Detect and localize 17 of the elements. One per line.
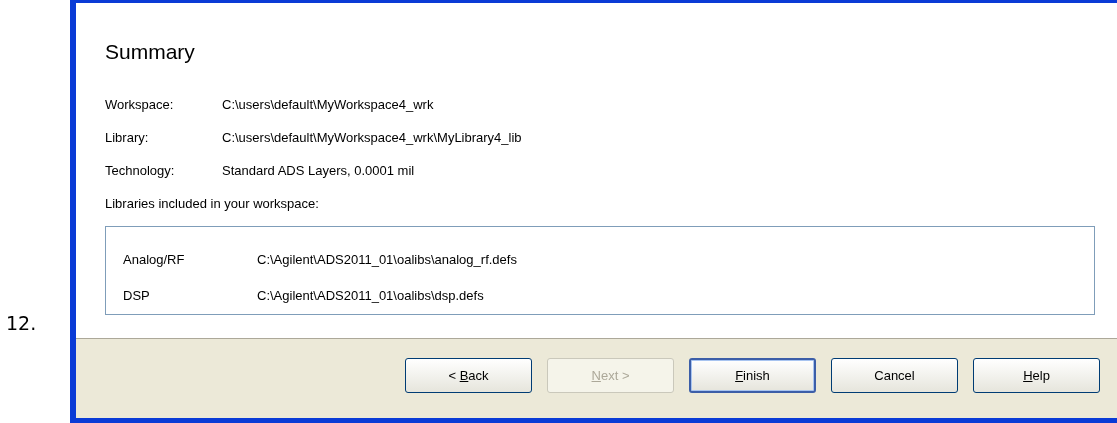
dialog-button[interactable]: Finish (689, 358, 816, 393)
libraries-caption: Libraries included in your workspace: (105, 194, 319, 213)
field-label: Workspace: (105, 95, 175, 114)
field-value: Standard ADS Layers, 0.0001 mil (222, 161, 415, 180)
dialog-button[interactable]: Help (973, 358, 1100, 393)
dialog-button[interactable]: Cancel (831, 358, 958, 393)
library-name: Analog/RF (123, 250, 186, 269)
library-path: C:\Agilent\ADS2011_01\oalibs\dsp.defs (257, 287, 484, 305)
field-label: Library: (105, 128, 150, 147)
dialog-button[interactable]: < Back (405, 358, 532, 393)
field-label: Technology: (105, 161, 176, 180)
field-value: C:\users\default\MyWorkspace4_wrk\MyLibrary4_lib (222, 128, 522, 147)
library-path: C:\Agilent\ADS2011_01\oalibs\analog_rf.defs (257, 250, 517, 269)
field-value: C:\users\default\MyWorkspace4_wrk (222, 95, 434, 114)
summary-heading: Summary (105, 41, 196, 62)
step-number: 12. (6, 310, 37, 336)
library-name: DSP (123, 287, 151, 305)
